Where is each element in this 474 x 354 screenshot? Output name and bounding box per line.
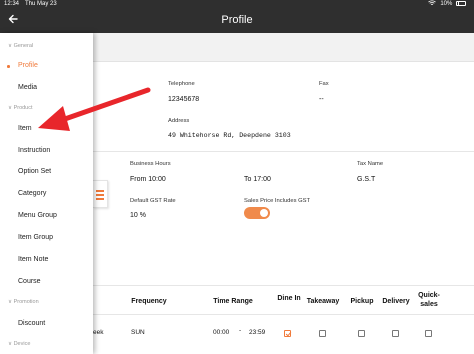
row-end-time[interactable]: 23:59 bbox=[249, 329, 265, 336]
section-device: ∨ Device bbox=[8, 341, 31, 347]
sidebar-item-profile[interactable]: Profile bbox=[0, 59, 93, 73]
status-time: 12:34 bbox=[4, 1, 20, 7]
sidebar-item-label: Media bbox=[18, 84, 38, 91]
section-divider bbox=[93, 151, 474, 152]
sidebar-item-label: Category bbox=[18, 190, 47, 197]
col-frequency: Frequency bbox=[131, 298, 167, 305]
hours-from-value[interactable]: From 10:00 bbox=[130, 176, 166, 183]
col-time-range: Time Range bbox=[213, 298, 253, 305]
tax-name-value[interactable]: G.S.T bbox=[357, 176, 375, 183]
sidebar-item-label: Instruction bbox=[18, 147, 51, 154]
address-value[interactable]: 49 Whitehorse Rd, Deepdene 3103 bbox=[168, 132, 291, 139]
takeaway-checkbox[interactable] bbox=[319, 330, 326, 337]
col-dine-in: Dine In bbox=[277, 295, 301, 302]
sales-price-gst-toggle[interactable] bbox=[244, 207, 270, 219]
quick-sales-checkbox[interactable] bbox=[425, 330, 432, 337]
pickup-checkbox[interactable] bbox=[358, 330, 365, 337]
telephone-label: Telephone bbox=[168, 81, 195, 87]
sidebar-item-instruction[interactable]: Instruction bbox=[0, 144, 93, 158]
sidebar-item-item[interactable]: Item bbox=[0, 122, 93, 136]
sidebar-item-label: Discount bbox=[18, 320, 46, 327]
gst-rate-label: Default GST Rate bbox=[130, 198, 176, 204]
row-start-time[interactable]: 00:00 bbox=[213, 329, 229, 336]
sales-price-gst-label: Sales Price Includes GST bbox=[244, 198, 311, 204]
sidebar-item-media[interactable]: Media bbox=[0, 81, 93, 95]
hours-to-value[interactable]: To 17:00 bbox=[244, 176, 271, 183]
sidebar-item-label: Item Group bbox=[18, 234, 54, 241]
section-promotion: ∨ Promotion bbox=[8, 299, 39, 305]
sidebar-item-label: Option Set bbox=[18, 168, 52, 175]
row-frequency[interactable]: SUN bbox=[131, 329, 145, 336]
fax-value[interactable]: -- bbox=[319, 96, 324, 103]
col-quick-sales: Quick-sales bbox=[418, 292, 440, 308]
profile-content: Telephone 12345678 Fax -- Address 49 Whi… bbox=[93, 33, 474, 354]
sidebar-item-label: Menu Group bbox=[18, 212, 57, 219]
dine-in-checkbox[interactable] bbox=[284, 330, 291, 337]
section-divider-2 bbox=[93, 285, 474, 286]
fax-label: Fax bbox=[319, 81, 329, 87]
status-bar: 12:34 Thu May 23 10% bbox=[0, 0, 474, 9]
content-toolbar bbox=[93, 33, 474, 62]
sidebar-item-menu-group[interactable]: Menu Group bbox=[0, 209, 93, 223]
battery-indicator: 10% bbox=[440, 0, 466, 9]
section-general: ∨ General bbox=[8, 43, 34, 49]
battery-icon bbox=[456, 0, 466, 6]
page-title: Profile bbox=[221, 14, 253, 26]
delivery-checkbox[interactable] bbox=[392, 330, 399, 337]
sidebar-item-category[interactable]: Category bbox=[0, 187, 93, 201]
status-date: Thu May 23 bbox=[25, 1, 57, 7]
sidebar-item-item-note[interactable]: Item Note bbox=[0, 253, 93, 267]
col-takeaway: Takeaway bbox=[306, 298, 340, 305]
sidebar-item-label: Profile bbox=[18, 62, 38, 69]
navigation-drawer: ∨ General Profile Media ∨ Product Item I… bbox=[0, 33, 93, 354]
sidebar-item-label: Item Note bbox=[18, 256, 49, 263]
sidebar-item-course[interactable]: Course bbox=[0, 275, 93, 289]
hamburger-menu-icon[interactable] bbox=[93, 180, 108, 208]
row-time-separator: - bbox=[239, 327, 242, 334]
gst-rate-value[interactable]: 10 % bbox=[130, 212, 146, 219]
col-pickup: Pickup bbox=[350, 298, 374, 305]
app-header: Profile bbox=[0, 9, 474, 33]
telephone-value[interactable]: 12345678 bbox=[168, 96, 199, 103]
sidebar-item-item-group[interactable]: Item Group bbox=[0, 231, 93, 245]
row-name-fragment: eek bbox=[93, 329, 104, 336]
sidebar-item-discount[interactable]: Discount bbox=[0, 317, 93, 331]
sidebar-item-option-set[interactable]: Option Set bbox=[0, 165, 93, 179]
battery-text: 10% bbox=[440, 1, 453, 7]
sidebar-item-label: Course bbox=[18, 278, 41, 285]
col-delivery: Delivery bbox=[382, 298, 410, 305]
section-product: ∨ Product bbox=[8, 105, 33, 111]
business-hours-label: Business Hours bbox=[130, 161, 171, 167]
address-label: Address bbox=[168, 118, 190, 124]
tax-name-label: Tax Name bbox=[357, 161, 384, 167]
table-header-divider bbox=[93, 314, 474, 315]
sidebar-item-label: Item bbox=[18, 125, 32, 132]
